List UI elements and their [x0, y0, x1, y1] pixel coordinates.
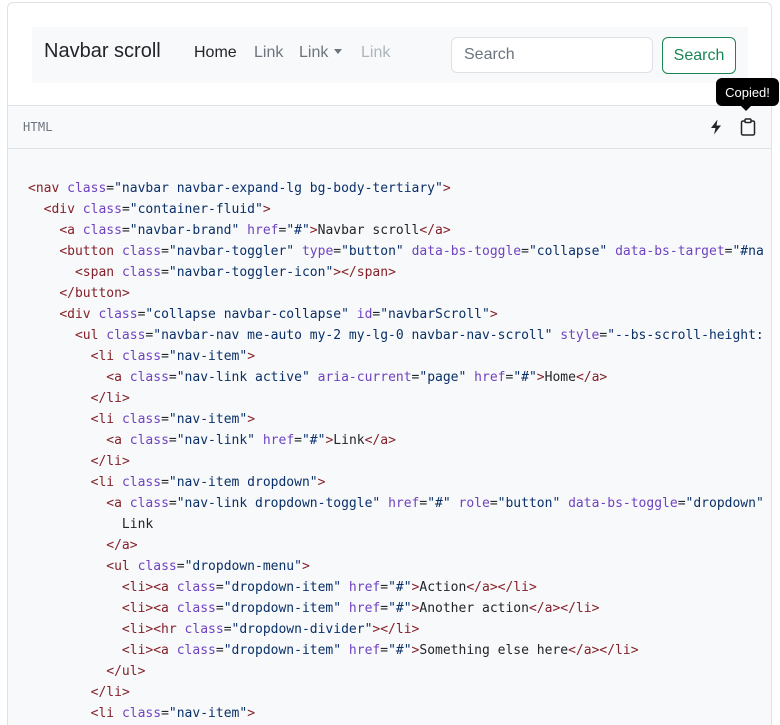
code-line: <a class="navbar-brand" href="#">Navbar … [59, 223, 451, 238]
code-line: <li><a class="dropdown-item" href="#">Ac… [121, 580, 537, 595]
navbar: Navbar scroll Home Link Link Link Search [32, 27, 748, 83]
code-line: <div class="container-fluid"> [43, 202, 271, 217]
code-line: </li> [90, 685, 130, 700]
nav-link-dropdown[interactable]: Link [299, 44, 343, 62]
nav-link-disabled: Link [361, 44, 391, 61]
code-line: <a class="nav-link active" aria-current=… [106, 370, 608, 385]
code-line: Link [28, 517, 154, 532]
code-block: <nav class="navbar navbar-expand-lg bg-b… [28, 178, 764, 724]
code-line: <li><hr class="dropdown-divider"></li> [121, 622, 420, 637]
code-line: <li class="nav-item"> [90, 412, 256, 427]
copied-tooltip: Copied! [716, 78, 779, 111]
code-line: <li class="nav-item"> [90, 706, 256, 721]
example-preview: Navbar scroll Home Link Link Link Search [7, 2, 772, 106]
code-line: <ul class="dropdown-menu"> [106, 559, 310, 574]
code-line: <a class="nav-link dropdown-toggle" href… [106, 496, 764, 511]
code-line: <nav class="navbar navbar-expand-lg bg-b… [28, 181, 451, 196]
code-line: <span class="navbar-toggler-icon"></span… [74, 265, 396, 280]
clipboard-icon[interactable] [735, 114, 761, 140]
code-line: <li><a class="dropdown-item" href="#">So… [121, 643, 639, 658]
nav-link-link[interactable]: Link [254, 44, 283, 62]
code-toolbar: HTML [7, 106, 772, 149]
nav-link-home[interactable]: Home [194, 44, 237, 62]
code-line: </li> [90, 391, 130, 406]
language-label: HTML [23, 120, 53, 134]
code-line: </li> [90, 454, 130, 469]
code-line: </ul> [106, 664, 146, 679]
code-line: <li class="nav-item dropdown"> [90, 475, 326, 490]
nav-link-dropdown-label: Link [299, 44, 329, 61]
code-line: <li><a class="dropdown-item" href="#">An… [121, 601, 600, 616]
code-line: <a class="nav-link" href="#">Link</a> [106, 433, 396, 448]
navbar-brand[interactable]: Navbar scroll [44, 40, 161, 63]
code-line: </button> [59, 286, 130, 301]
search-input[interactable] [451, 37, 653, 73]
code-panel: <nav class="navbar navbar-expand-lg bg-b… [7, 149, 772, 725]
lightning-icon[interactable] [703, 114, 729, 140]
code-line: <li class="nav-item"> [90, 349, 256, 364]
search-button[interactable]: Search [662, 37, 736, 74]
code-line: </a> [106, 538, 138, 553]
code-line: <button class="navbar-toggler" type="but… [59, 244, 764, 259]
code-line: <ul class="navbar-nav me-auto my-2 my-lg… [74, 328, 764, 343]
chevron-down-icon [334, 49, 343, 54]
code-line: <div class="collapse navbar-collapse" id… [59, 307, 498, 322]
